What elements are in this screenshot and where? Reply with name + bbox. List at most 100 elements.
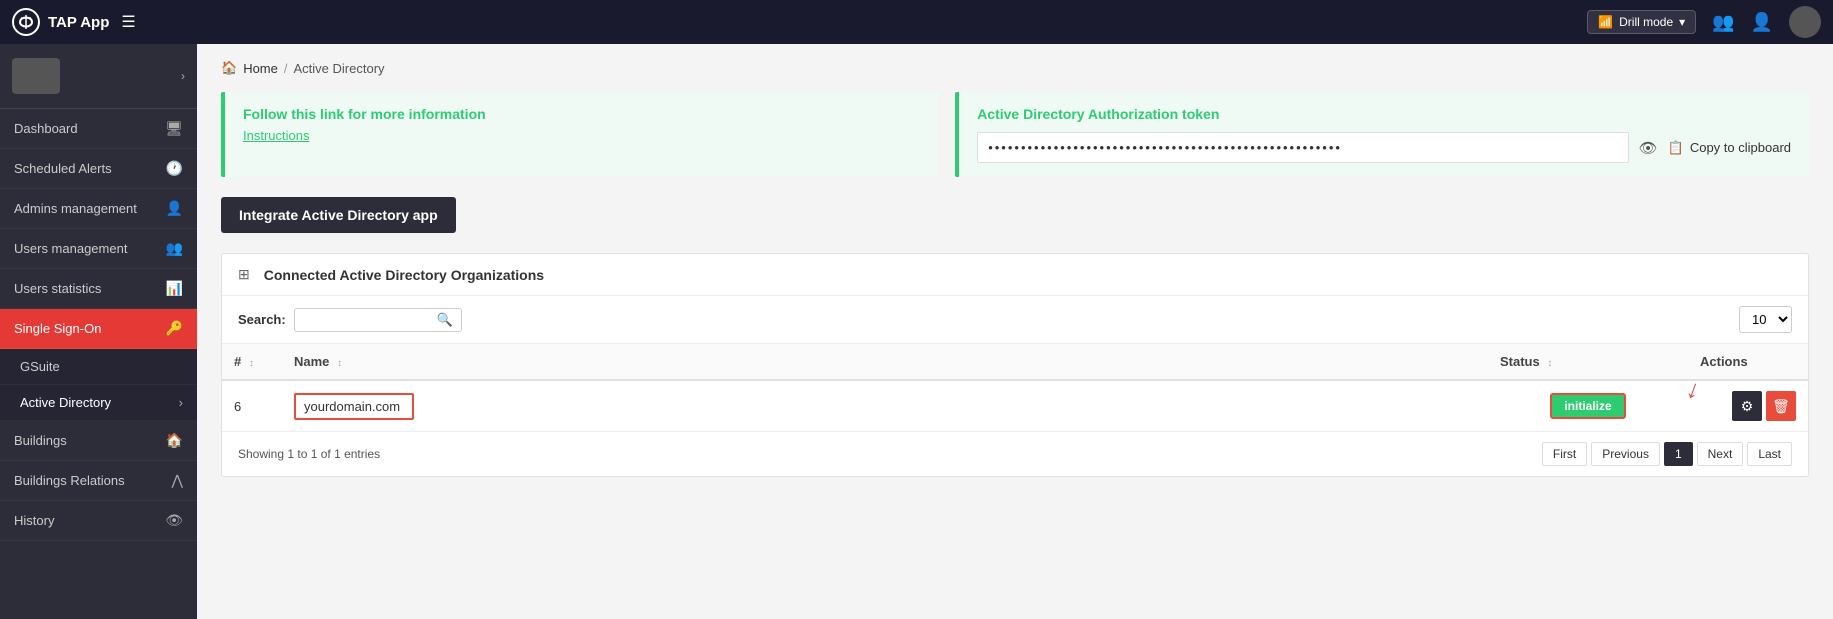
- sidebar-item-buildings[interactable]: Buildings 🏠: [0, 421, 197, 461]
- sidebar-item-active-directory[interactable]: Active Directory ›: [0, 385, 197, 421]
- table-section: ⊞ Connected Active Directory Organizatio…: [221, 253, 1809, 477]
- pagination-first[interactable]: First: [1542, 442, 1587, 466]
- sort-icon-num[interactable]: ↕: [249, 358, 254, 369]
- cell-status: initialize: [1488, 380, 1688, 431]
- chevron-down-icon: ▾: [1679, 15, 1685, 29]
- relations-icon: ⋀: [172, 472, 183, 489]
- search-label: Search:: [238, 312, 286, 327]
- sort-icon-name[interactable]: ↕: [337, 358, 342, 369]
- table-header-row: ⊞ Connected Active Directory Organizatio…: [222, 254, 1808, 296]
- info-panel-link: Follow this link for more information In…: [221, 92, 939, 177]
- toggle-token-visibility-button[interactable]: 👁: [1639, 139, 1658, 157]
- main-layout: › Dashboard 🖥 Scheduled Alerts 🕐 Admins …: [0, 44, 1833, 619]
- cell-name: yourdomain.com: [282, 380, 1488, 431]
- token-panel-title: Active Directory Authorization token: [977, 106, 1791, 122]
- breadcrumb-home[interactable]: Home: [243, 61, 278, 76]
- token-panel: Active Directory Authorization token •••…: [955, 92, 1809, 177]
- search-left: Search: 🔍: [238, 308, 462, 332]
- sidebar-item-history[interactable]: History 👁: [0, 501, 197, 541]
- table-body: 6 yourdomain.com initialize ↓: [222, 380, 1808, 431]
- admin-icon: 👤: [166, 200, 183, 217]
- sidebar-item-single-sign-on[interactable]: Single Sign-On 🔑: [0, 309, 197, 349]
- pagination: First Previous 1 Next Last: [1542, 442, 1792, 466]
- sidebar-profile: ›: [0, 44, 197, 109]
- settings-button[interactable]: ⚙: [1732, 391, 1762, 421]
- chevron-right-icon: ›: [179, 395, 183, 410]
- sort-icon-status[interactable]: ↕: [1547, 358, 1552, 369]
- data-table: # ↕ Name ↕ Status ↕ Actions: [222, 344, 1808, 431]
- grid-icon: ⊞: [238, 266, 250, 283]
- table-header-row-cols: # ↕ Name ↕ Status ↕ Actions: [222, 344, 1808, 380]
- sidebar-item-users-statistics[interactable]: Users statistics 📊: [0, 269, 197, 309]
- table-footer: Showing 1 to 1 of 1 entries First Previo…: [222, 431, 1808, 476]
- menu-icon[interactable]: ☰: [121, 12, 135, 32]
- search-row: Search: 🔍 10 25 50: [222, 296, 1808, 344]
- drill-mode-button[interactable]: 📶 Drill mode ▾: [1587, 10, 1696, 34]
- topbar-right: 📶 Drill mode ▾ 👥 👤: [1587, 6, 1821, 38]
- action-buttons: ↓ ⚙ 🗑: [1700, 391, 1796, 421]
- sidebar-item-gsuite[interactable]: GSuite: [0, 349, 197, 385]
- topbar-left: TAP App ☰: [12, 8, 136, 36]
- user-add-icon[interactable]: 👤: [1751, 12, 1773, 33]
- per-page-select[interactable]: 10 25 50: [1739, 306, 1792, 333]
- pagination-last[interactable]: Last: [1747, 442, 1792, 466]
- token-actions: 👁 📋 Copy to clipboard: [1639, 139, 1791, 157]
- table-head: # ↕ Name ↕ Status ↕ Actions: [222, 344, 1808, 380]
- content-area: 🏠 Home / Active Directory Follow this li…: [197, 44, 1833, 619]
- drill-mode-label: Drill mode: [1619, 15, 1673, 29]
- sidebar-item-users-management[interactable]: Users management 👥: [0, 229, 197, 269]
- initialize-button[interactable]: initialize: [1550, 393, 1625, 419]
- pagination-previous[interactable]: Previous: [1591, 442, 1660, 466]
- breadcrumb-current: Active Directory: [294, 61, 385, 76]
- cell-num: 6: [222, 380, 282, 431]
- sidebar-item-scheduled-alerts[interactable]: Scheduled Alerts 🕐: [0, 149, 197, 189]
- pagination-next[interactable]: Next: [1697, 442, 1744, 466]
- sidebar-sub-menu: GSuite Active Directory ›: [0, 349, 197, 421]
- search-icon: 🔍: [437, 312, 453, 328]
- dashboard-icon: 🖥: [165, 120, 183, 137]
- app-title: TAP App: [48, 14, 109, 31]
- sidebar-item-admins-management[interactable]: Admins management 👤: [0, 189, 197, 229]
- breadcrumb: 🏠 Home / Active Directory: [221, 60, 1809, 76]
- col-header-name: Name ↕: [282, 344, 1488, 380]
- col-header-num: # ↕: [222, 344, 282, 380]
- avatar: [1789, 6, 1821, 38]
- breadcrumb-separator: /: [284, 61, 288, 76]
- profile-chevron-icon[interactable]: ›: [181, 69, 185, 83]
- clock-icon: 🕐: [166, 160, 183, 177]
- logo-icon: [12, 8, 40, 36]
- table-section-title: Connected Active Directory Organizations: [264, 267, 544, 283]
- pagination-page-1[interactable]: 1: [1664, 442, 1693, 466]
- integrate-active-directory-button[interactable]: Integrate Active Directory app: [221, 197, 456, 233]
- cell-actions: ↓ ⚙ 🗑: [1688, 380, 1808, 431]
- users-icon[interactable]: 👥: [1712, 12, 1734, 33]
- search-input-wrap: 🔍: [294, 308, 462, 332]
- token-field: ••••••••••••••••••••••••••••••••••••••••…: [977, 132, 1628, 163]
- token-row: ••••••••••••••••••••••••••••••••••••••••…: [977, 132, 1791, 163]
- drill-mode-icon: 📶: [1598, 15, 1613, 29]
- instructions-link[interactable]: Instructions: [243, 128, 309, 143]
- profile-avatar: [12, 58, 60, 94]
- copy-to-clipboard-button[interactable]: 📋 Copy to clipboard: [1668, 140, 1791, 156]
- info-panel-title: Follow this link for more information: [243, 106, 921, 122]
- topbar: TAP App ☰ 📶 Drill mode ▾ 👥 👤: [0, 0, 1833, 44]
- delete-button[interactable]: 🗑: [1766, 391, 1796, 421]
- showing-text: Showing 1 to 1 of 1 entries: [238, 447, 380, 461]
- sidebar-item-buildings-relations[interactable]: Buildings Relations ⋀: [0, 461, 197, 501]
- clipboard-icon: 📋: [1668, 140, 1684, 156]
- stats-icon: 📊: [166, 280, 183, 297]
- eye-icon: 👁: [165, 512, 183, 529]
- home-icon: 🏠: [221, 60, 237, 76]
- app-logo: TAP App: [12, 8, 109, 36]
- buildings-icon: 🏠: [166, 432, 183, 449]
- users-icon: 👥: [166, 240, 183, 257]
- info-panels-row: Follow this link for more information In…: [221, 92, 1809, 177]
- sidebar: › Dashboard 🖥 Scheduled Alerts 🕐 Admins …: [0, 44, 197, 619]
- search-input[interactable]: [303, 312, 433, 327]
- key-icon: 🔑: [166, 320, 183, 337]
- table-row: 6 yourdomain.com initialize ↓: [222, 380, 1808, 431]
- domain-name-field: yourdomain.com: [294, 393, 414, 420]
- col-header-status: Status ↕: [1488, 344, 1688, 380]
- sidebar-item-dashboard[interactable]: Dashboard 🖥: [0, 109, 197, 149]
- col-header-actions: Actions: [1688, 344, 1808, 380]
